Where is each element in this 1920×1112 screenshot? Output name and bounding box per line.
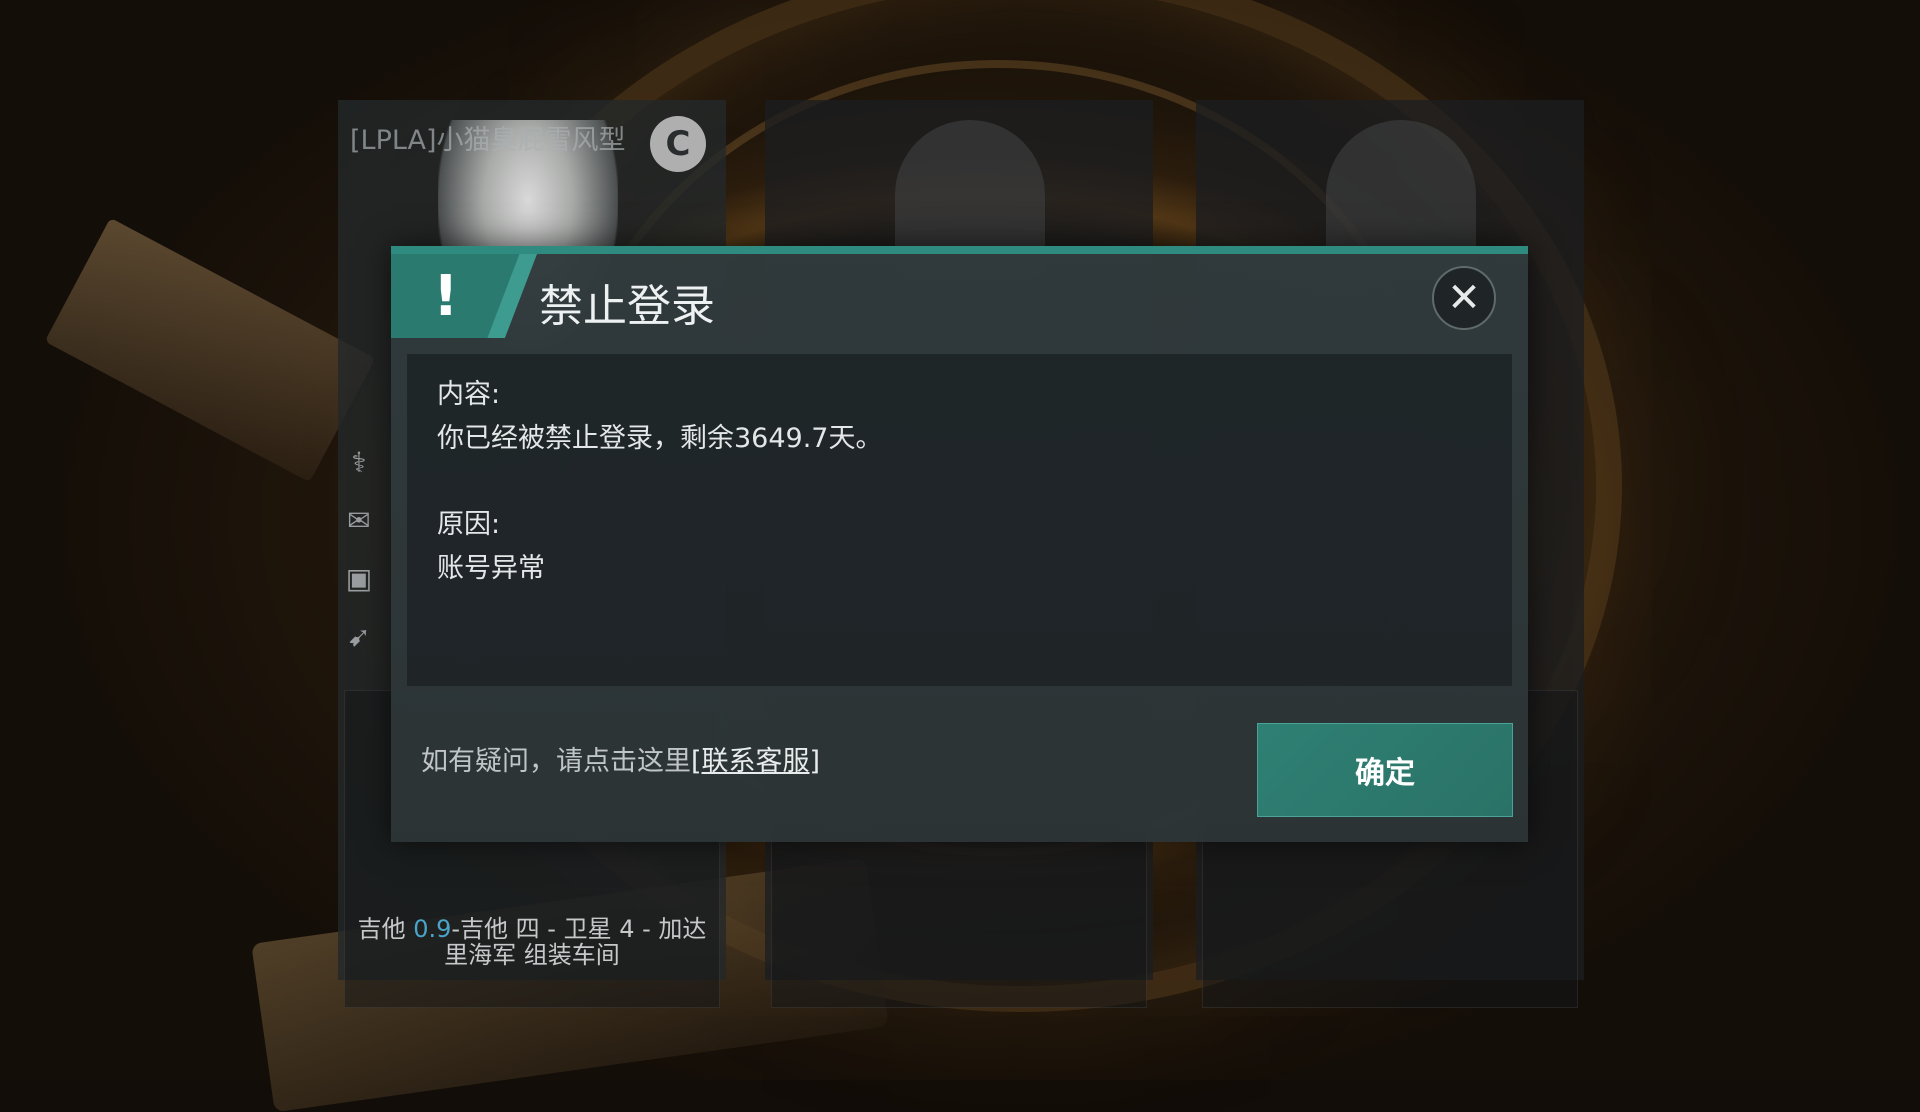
location-line1: -吉他 四 - 卫星 4 - 加达 [451,915,707,943]
content-text: 你已经被禁止登录，剩余3649.7天。 [437,423,883,454]
login-banned-dialog: ! 禁止登录 ✕ 内容: 你已经被禁止登录，剩余3649.7天。 原因: 账号异… [391,246,1528,842]
close-button[interactable]: ✕ [1432,266,1496,330]
confirm-button[interactable]: 确定 [1257,723,1513,817]
dna-icon[interactable]: ⚕ [351,445,366,481]
footer-prefix: 如有疑问，请点击这里 [421,746,691,777]
character-name: [LPLA]小猫臭屁雪风型 [350,125,626,156]
rocket-icon[interactable]: ➹ [347,619,370,655]
wallet-icon[interactable]: ▣ [346,561,372,597]
footer-help-text: 如有疑问，请点击这里[联系客服] [421,739,820,778]
reason-label: 原因: [437,509,501,540]
location-security: 0.9 [413,915,452,943]
close-icon: ✕ [1447,275,1481,321]
mail-icon[interactable]: ✉ [347,503,370,539]
content-label: 内容: [437,379,501,410]
exclamation-icon: ! [433,264,459,329]
location-system: 吉他 [357,915,414,943]
reason-text: 账号异常 [437,553,545,584]
character-side-icons: ⚕ ✉ ▣ ➹ [338,445,380,655]
message-content-box: 内容: 你已经被禁止登录，剩余3649.7天。 原因: 账号异常 [407,354,1512,686]
contact-support-link[interactable]: [联系客服] [691,746,820,777]
character-location: 吉他 0.9-吉他 四 - 卫星 4 - 加达 里海军 组装车间 [348,916,716,968]
location-line2: 里海军 组装车间 [444,941,620,969]
dialog-title: 禁止登录 [539,281,715,332]
corp-logo-icon: C [650,116,706,172]
